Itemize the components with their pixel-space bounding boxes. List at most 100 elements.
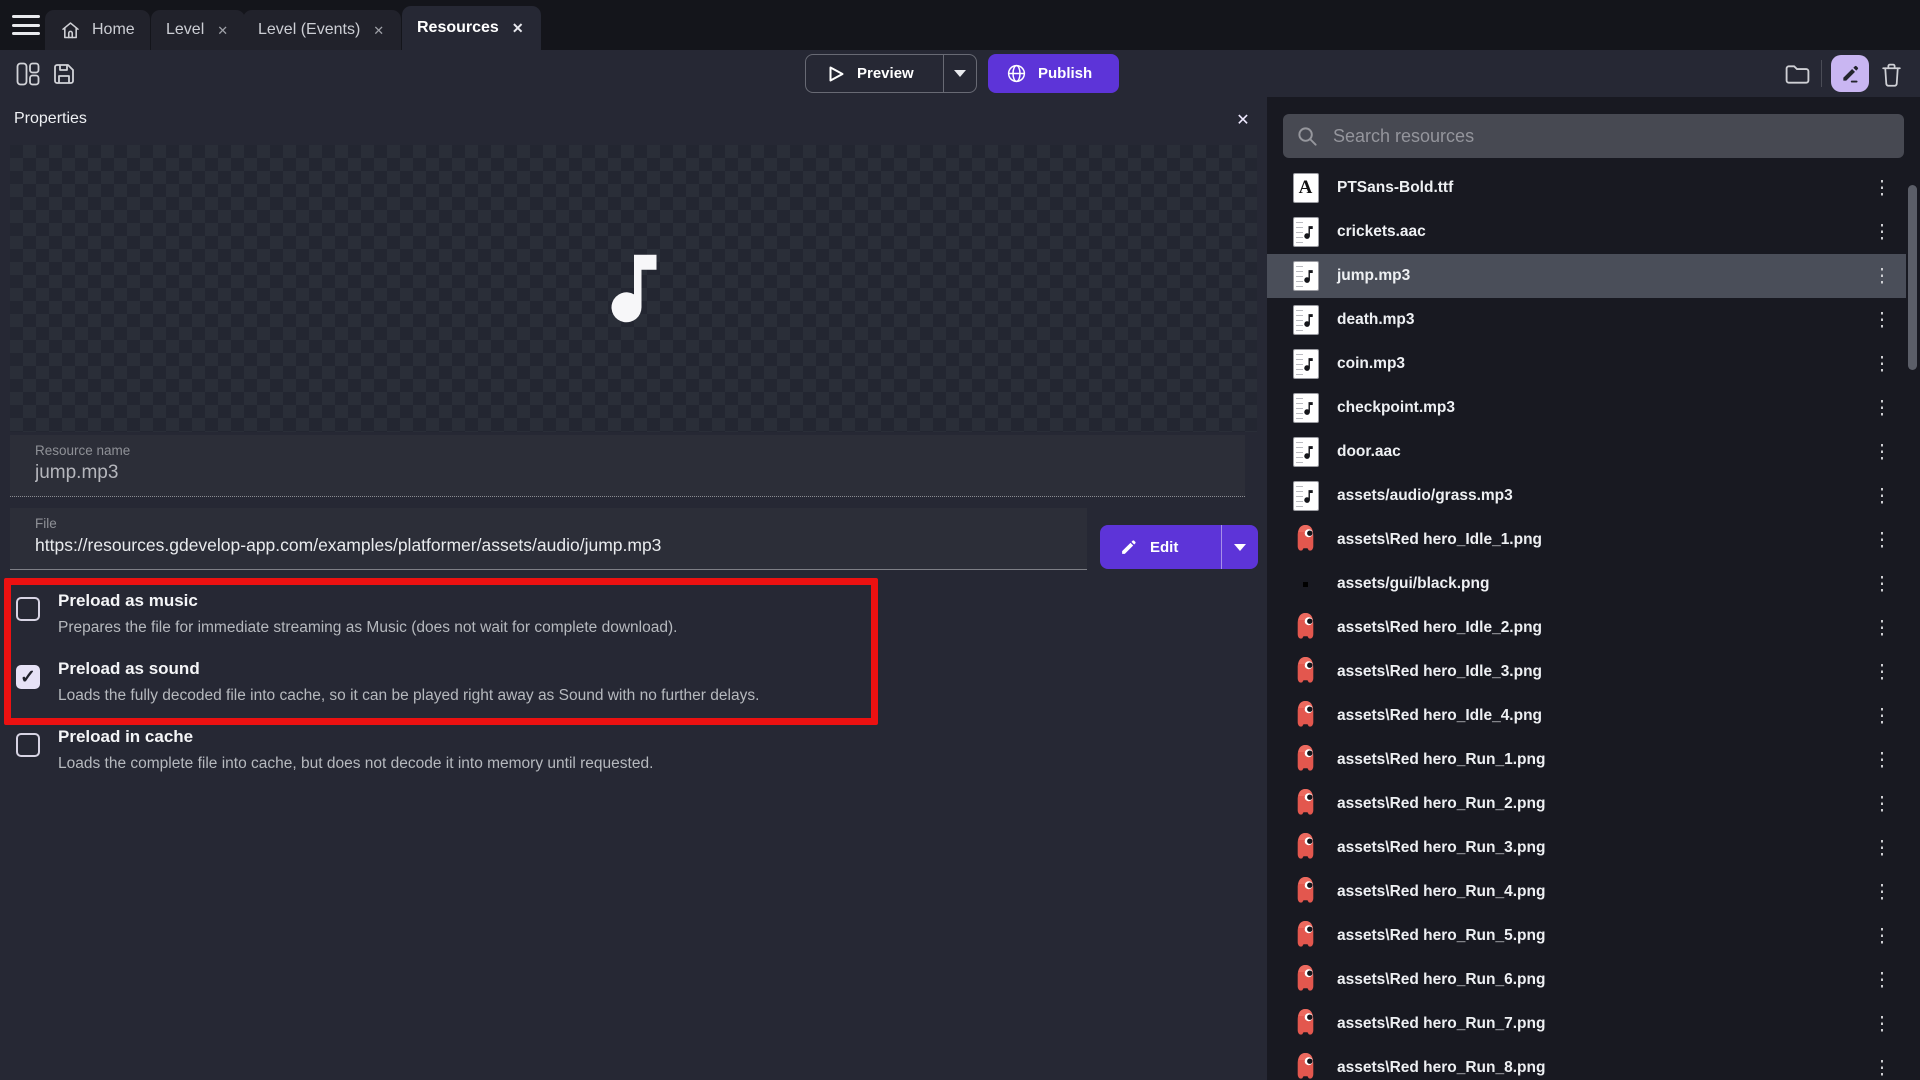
resource-name: assets\Red hero_Run_3.png — [1337, 839, 1545, 857]
tab-level[interactable]: Level ✕ — [151, 10, 245, 50]
resource-row[interactable]: assets/audio/grass.mp3 ⋮ — [1267, 474, 1906, 518]
gdevelop-window: Home Level ✕ Level (Events) ✕ Resources … — [0, 0, 1920, 1080]
row-menu-button[interactable]: ⋮ — [1870, 834, 1894, 862]
resource-row[interactable]: assets\Red hero_Run_4.png ⋮ — [1267, 870, 1906, 914]
row-menu-button[interactable]: ⋮ — [1870, 878, 1894, 906]
tab-home[interactable]: Home — [45, 10, 150, 50]
kebab-icon: ⋮ — [1873, 529, 1892, 552]
checkbox[interactable]: ✓ — [16, 665, 40, 689]
resource-name: jump.mp3 — [1337, 267, 1410, 285]
row-menu-button[interactable]: ⋮ — [1870, 438, 1894, 466]
panels-layout-button[interactable] — [13, 59, 43, 89]
resource-row[interactable]: assets\Red hero_Idle_2.png ⋮ — [1267, 606, 1906, 650]
resource-row[interactable]: door.aac ⋮ — [1267, 430, 1906, 474]
row-menu-button[interactable]: ⋮ — [1870, 262, 1894, 290]
close-tab-icon[interactable]: ✕ — [510, 19, 526, 37]
tab-level-events[interactable]: Level (Events) ✕ — [243, 10, 401, 50]
file-field[interactable]: File — [10, 508, 1087, 570]
hero-file-icon — [1295, 920, 1316, 953]
row-menu-button[interactable]: ⋮ — [1870, 174, 1894, 202]
resource-row[interactable]: assets\Red hero_Idle_3.png ⋮ — [1267, 650, 1906, 694]
row-menu-button[interactable]: ⋮ — [1870, 966, 1894, 994]
resource-row[interactable]: A PTSans-Bold.ttf ⋮ — [1267, 166, 1906, 210]
file-input[interactable] — [35, 535, 1026, 556]
kebab-icon: ⋮ — [1873, 969, 1892, 992]
row-menu-button[interactable]: ⋮ — [1870, 570, 1894, 598]
preview-dropdown-button[interactable] — [944, 55, 976, 92]
tab-resources[interactable]: Resources ✕ — [402, 6, 541, 50]
kebab-icon: ⋮ — [1873, 705, 1892, 728]
kebab-icon: ⋮ — [1873, 1057, 1892, 1080]
row-menu-button[interactable]: ⋮ — [1870, 746, 1894, 774]
tab-label: Home — [92, 21, 135, 39]
preload-option-row: ✓ Preload as sound Loads the fully decod… — [0, 659, 880, 723]
row-menu-button[interactable]: ⋮ — [1870, 350, 1894, 378]
row-menu-button[interactable]: ⋮ — [1870, 614, 1894, 642]
resource-name: coin.mp3 — [1337, 355, 1405, 373]
row-menu-button[interactable]: ⋮ — [1870, 218, 1894, 246]
resource-name: assets/audio/grass.mp3 — [1337, 487, 1513, 505]
scrollbar-thumb[interactable] — [1908, 185, 1917, 370]
resource-row[interactable]: assets\Red hero_Run_5.png ⋮ — [1267, 914, 1906, 958]
resource-name: assets\Red hero_Run_7.png — [1337, 1015, 1545, 1033]
resource-row[interactable]: assets\Red hero_Run_1.png ⋮ — [1267, 738, 1906, 782]
resource-row[interactable]: assets\Red hero_Run_7.png ⋮ — [1267, 1002, 1906, 1046]
black-file-icon — [1303, 582, 1308, 587]
checkbox[interactable] — [16, 733, 40, 757]
resource-row[interactable]: death.mp3 ⋮ — [1267, 298, 1906, 342]
row-menu-button[interactable]: ⋮ — [1870, 1010, 1894, 1038]
row-menu-button[interactable]: ⋮ — [1870, 922, 1894, 950]
close-tab-icon[interactable]: ✕ — [215, 22, 230, 39]
delete-resource-button[interactable] — [1876, 59, 1906, 89]
checkbox-title: Preload as sound — [58, 659, 200, 679]
search-input[interactable] — [1331, 125, 1904, 148]
resource-row[interactable]: assets\Red hero_Run_3.png ⋮ — [1267, 826, 1906, 870]
resource-row[interactable]: assets\Red hero_Idle_4.png ⋮ — [1267, 694, 1906, 738]
close-properties-button[interactable]: ✕ — [1230, 107, 1256, 133]
font-file-icon: A — [1293, 173, 1319, 203]
edit-button[interactable]: Edit — [1100, 525, 1221, 569]
trash-icon — [1880, 62, 1903, 87]
resource-row[interactable]: assets\Red hero_Run_8.png ⋮ — [1267, 1046, 1906, 1080]
audio-file-icon — [1293, 437, 1319, 467]
row-menu-button[interactable]: ⋮ — [1870, 306, 1894, 334]
save-button[interactable] — [49, 59, 79, 89]
search-box — [1283, 114, 1904, 158]
edit-resource-button[interactable] — [1831, 55, 1869, 92]
row-menu-button[interactable]: ⋮ — [1870, 526, 1894, 554]
resource-row[interactable]: crickets.aac ⋮ — [1267, 210, 1906, 254]
resource-name: crickets.aac — [1337, 223, 1426, 241]
resource-row[interactable]: assets\Red hero_Idle_1.png ⋮ — [1267, 518, 1906, 562]
main-menu-button[interactable] — [10, 13, 42, 37]
resource-row[interactable]: checkpoint.mp3 ⋮ — [1267, 386, 1906, 430]
resource-row[interactable]: coin.mp3 ⋮ — [1267, 342, 1906, 386]
row-menu-button[interactable]: ⋮ — [1870, 702, 1894, 730]
row-menu-button[interactable]: ⋮ — [1870, 658, 1894, 686]
resource-row[interactable]: assets\Red hero_Run_6.png ⋮ — [1267, 958, 1906, 1002]
row-menu-button[interactable]: ⋮ — [1870, 790, 1894, 818]
kebab-icon: ⋮ — [1873, 221, 1892, 244]
close-tab-icon[interactable]: ✕ — [371, 22, 386, 39]
resource-name-field[interactable]: Resource name — [10, 435, 1245, 497]
resource-name-input[interactable] — [35, 462, 1171, 484]
resource-name: assets\Red hero_Idle_2.png — [1337, 619, 1542, 637]
edit-dropdown-button[interactable] — [1222, 525, 1258, 569]
audio-file-icon — [1293, 349, 1319, 379]
kebab-icon: ⋮ — [1873, 881, 1892, 904]
hero-file-icon — [1295, 1008, 1316, 1041]
resource-row[interactable]: jump.mp3 ⋮ — [1267, 254, 1906, 298]
row-menu-button[interactable]: ⋮ — [1870, 1054, 1894, 1080]
checkbox[interactable] — [16, 597, 40, 621]
pencil-icon — [1120, 539, 1137, 556]
checkbox-title: Preload in cache — [58, 727, 193, 747]
kebab-icon: ⋮ — [1873, 353, 1892, 376]
resource-row[interactable]: assets/gui/black.png ⋮ — [1267, 562, 1906, 606]
folder-button[interactable] — [1782, 59, 1812, 89]
row-menu-button[interactable]: ⋮ — [1870, 482, 1894, 510]
publish-button[interactable]: Publish — [988, 54, 1119, 93]
row-menu-button[interactable]: ⋮ — [1870, 394, 1894, 422]
audio-file-icon — [1293, 305, 1319, 335]
preview-button[interactable]: Preview — [806, 55, 943, 92]
resource-row[interactable]: assets\Red hero_Run_2.png ⋮ — [1267, 782, 1906, 826]
kebab-icon: ⋮ — [1873, 573, 1892, 596]
